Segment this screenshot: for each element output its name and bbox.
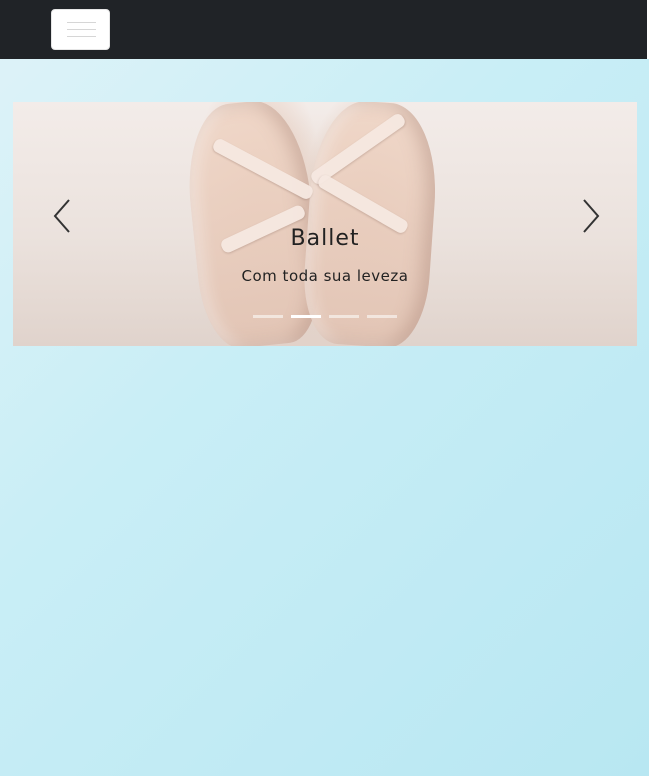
carousel-caption-title: Ballet — [290, 226, 360, 251]
carousel-indicator-2[interactable] — [291, 315, 321, 318]
left-pointe-shoe — [180, 102, 326, 346]
top-navbar — [0, 0, 649, 59]
carousel-indicator-3[interactable] — [329, 315, 359, 318]
carousel-indicator-1[interactable] — [253, 315, 283, 318]
carousel-indicators — [253, 315, 399, 319]
hero-carousel: Ballet Com toda sua leveza — [13, 102, 637, 346]
carousel-slide-image — [13, 102, 637, 346]
carousel-caption-subtitle: Com toda sua leveza — [241, 267, 409, 285]
navbar-toggle-button[interactable] — [51, 9, 110, 50]
carousel-indicator-4[interactable] — [367, 315, 397, 318]
